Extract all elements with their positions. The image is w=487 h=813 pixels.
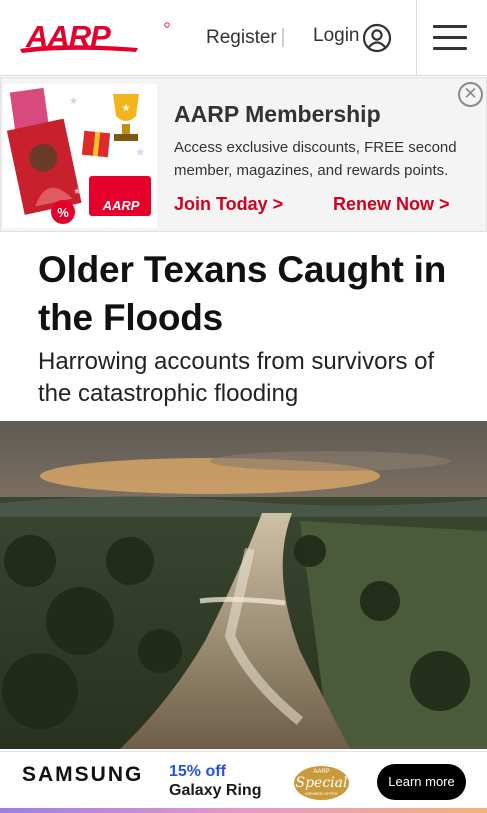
hamburger-menu-icon[interactable] bbox=[433, 25, 469, 51]
svg-text:★: ★ bbox=[135, 145, 146, 159]
close-icon[interactable]: ✕ bbox=[458, 82, 483, 107]
samsung-ad[interactable]: SAMSUNG 15% off Galaxy Ring AARP Special… bbox=[0, 751, 487, 813]
login-link[interactable]: Login bbox=[313, 25, 360, 47]
svg-text:★: ★ bbox=[69, 96, 78, 107]
flood-river-photo bbox=[0, 421, 487, 749]
join-today-link[interactable]: Join Today > bbox=[174, 194, 283, 215]
menu-divider bbox=[416, 0, 417, 76]
register-separator bbox=[282, 28, 284, 47]
aarp-logo[interactable]: AARP bbox=[18, 20, 170, 56]
article-headline: Older Texans Caught in the Floods bbox=[38, 249, 447, 338]
logo-text: AARP bbox=[25, 20, 111, 54]
discount-badge: % bbox=[57, 205, 69, 220]
ad-brand: SAMSUNG bbox=[22, 763, 144, 786]
promo-title: AARP Membership bbox=[174, 101, 381, 127]
membership-promo: ★ ★ ★ ★ AARP % AARP Membership Access ex… bbox=[0, 77, 487, 232]
aarp-special-seal: AARP Special MEMBER OFFER bbox=[294, 766, 349, 800]
renew-now-link[interactable]: Renew Now > bbox=[333, 194, 450, 215]
membership-promo-art: ★ ★ ★ ★ AARP % bbox=[3, 84, 157, 228]
ad-offer-product: Galaxy Ring bbox=[169, 782, 262, 799]
svg-text:★: ★ bbox=[73, 186, 81, 196]
ad-gradient-bar bbox=[0, 808, 487, 813]
site-header: AARP Register Login bbox=[0, 0, 487, 76]
promo-description: Access exclusive discounts, FREE second … bbox=[174, 139, 457, 179]
user-circle-icon[interactable] bbox=[362, 23, 392, 53]
ad-offer-percent: 15% off bbox=[169, 763, 226, 780]
card-logo-text: AARP bbox=[102, 198, 140, 213]
article-dek: Harrowing accounts from survivors of the… bbox=[38, 348, 435, 407]
register-link[interactable]: Register bbox=[206, 27, 277, 49]
learn-more-button[interactable]: Learn more bbox=[377, 764, 466, 800]
svg-text:★: ★ bbox=[122, 103, 131, 114]
